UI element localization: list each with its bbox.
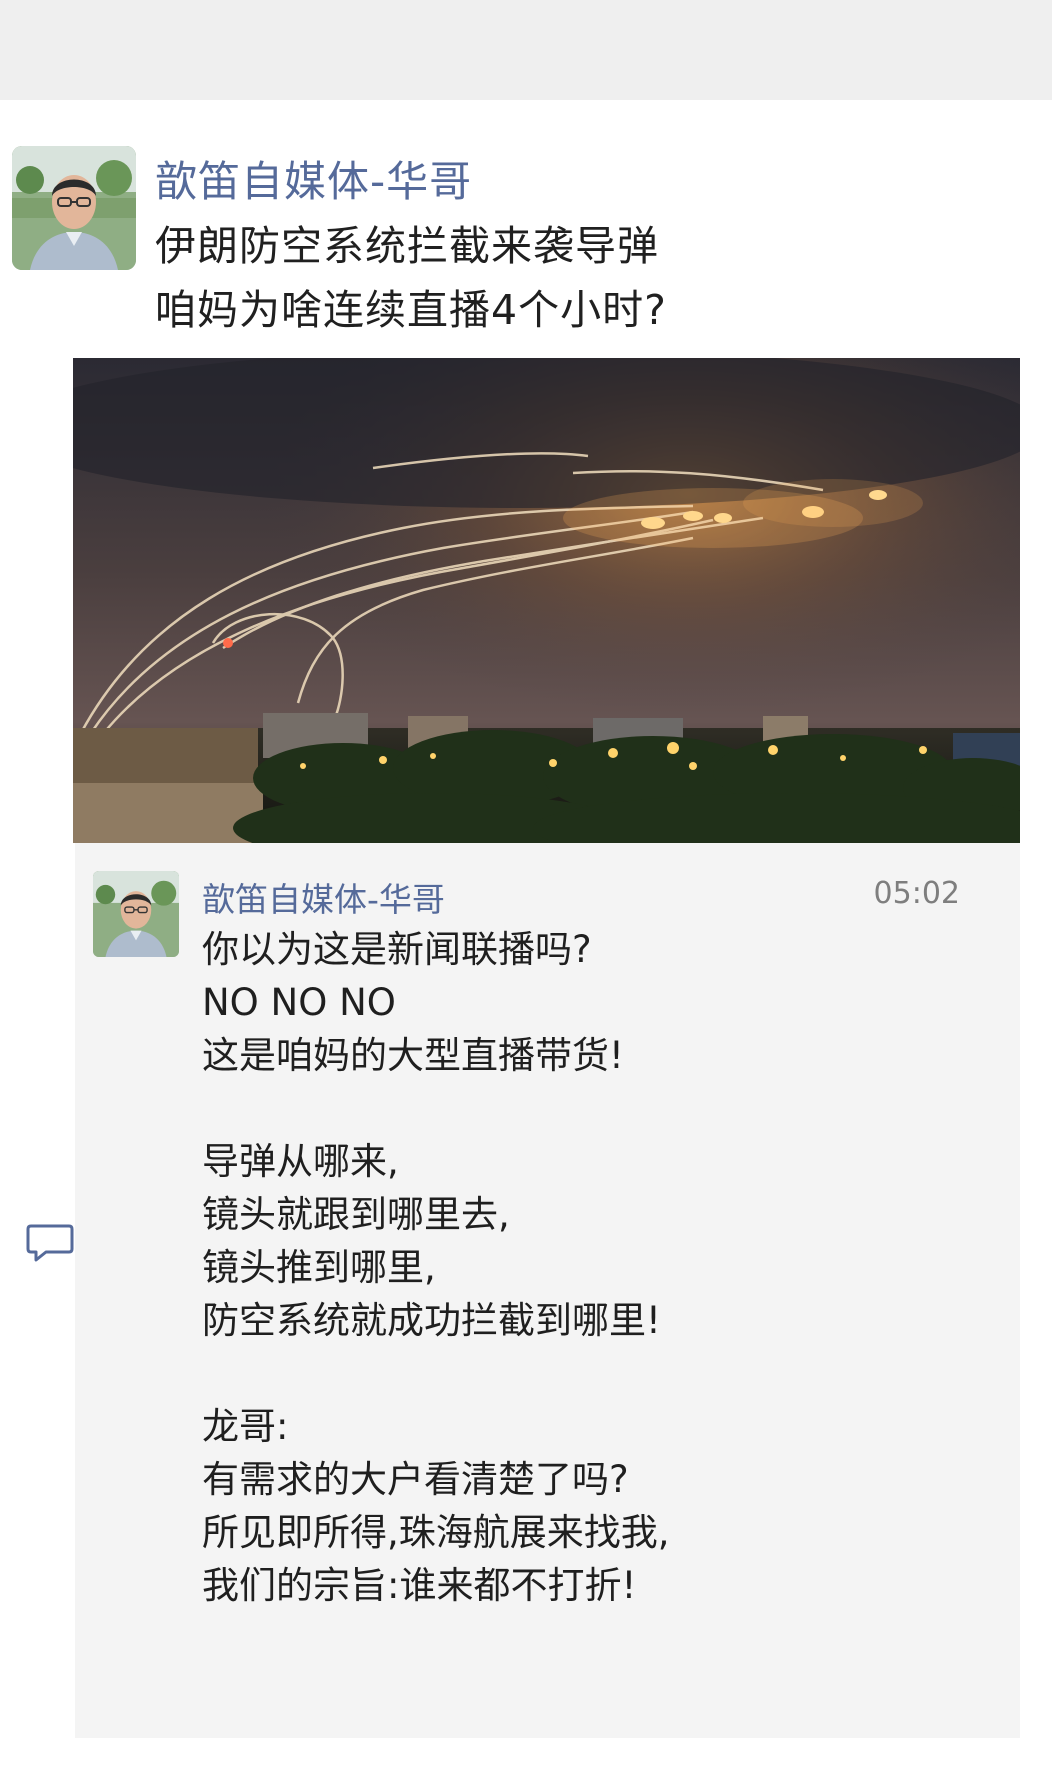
comment-text: 你以为这是新闻联播吗? NO NO NO 这是咱妈的大型直播带货! 导弹从哪来,… [202, 928, 670, 1607]
avatar-photo-icon [93, 871, 179, 957]
post-author-avatar[interactable] [12, 146, 136, 270]
moments-post: 歆笛自媒体-华哥 伊朗防空系统拦截来袭导弹 咱妈为啥连续直播4个小时? 歆笛自媒… [0, 100, 1052, 1780]
comment-bubble-icon[interactable] [26, 1220, 74, 1264]
post-text-content: 伊朗防空系统拦截来袭导弹 咱妈为啥连续直播4个小时? [155, 222, 667, 334]
missile-interception-night-photo-icon [73, 358, 1020, 843]
comment-author-avatar[interactable] [93, 871, 179, 957]
post-author-name[interactable]: 歆笛自媒体-华哥 [155, 148, 472, 209]
comment-author-name[interactable]: 歆笛自媒体-华哥 [202, 873, 445, 921]
top-bar [0, 0, 1052, 100]
comment-section: 歆笛自媒体-华哥 05:02 你以为这是新闻联播吗? NO NO NO 这是咱妈… [75, 843, 1020, 1738]
avatar-photo-icon [12, 146, 136, 270]
post-photo[interactable] [73, 358, 1020, 843]
comment-timestamp: 05:02 [873, 876, 960, 911]
post-text: 伊朗防空系统拦截来袭导弹 咱妈为啥连续直播4个小时? [155, 214, 1015, 342]
